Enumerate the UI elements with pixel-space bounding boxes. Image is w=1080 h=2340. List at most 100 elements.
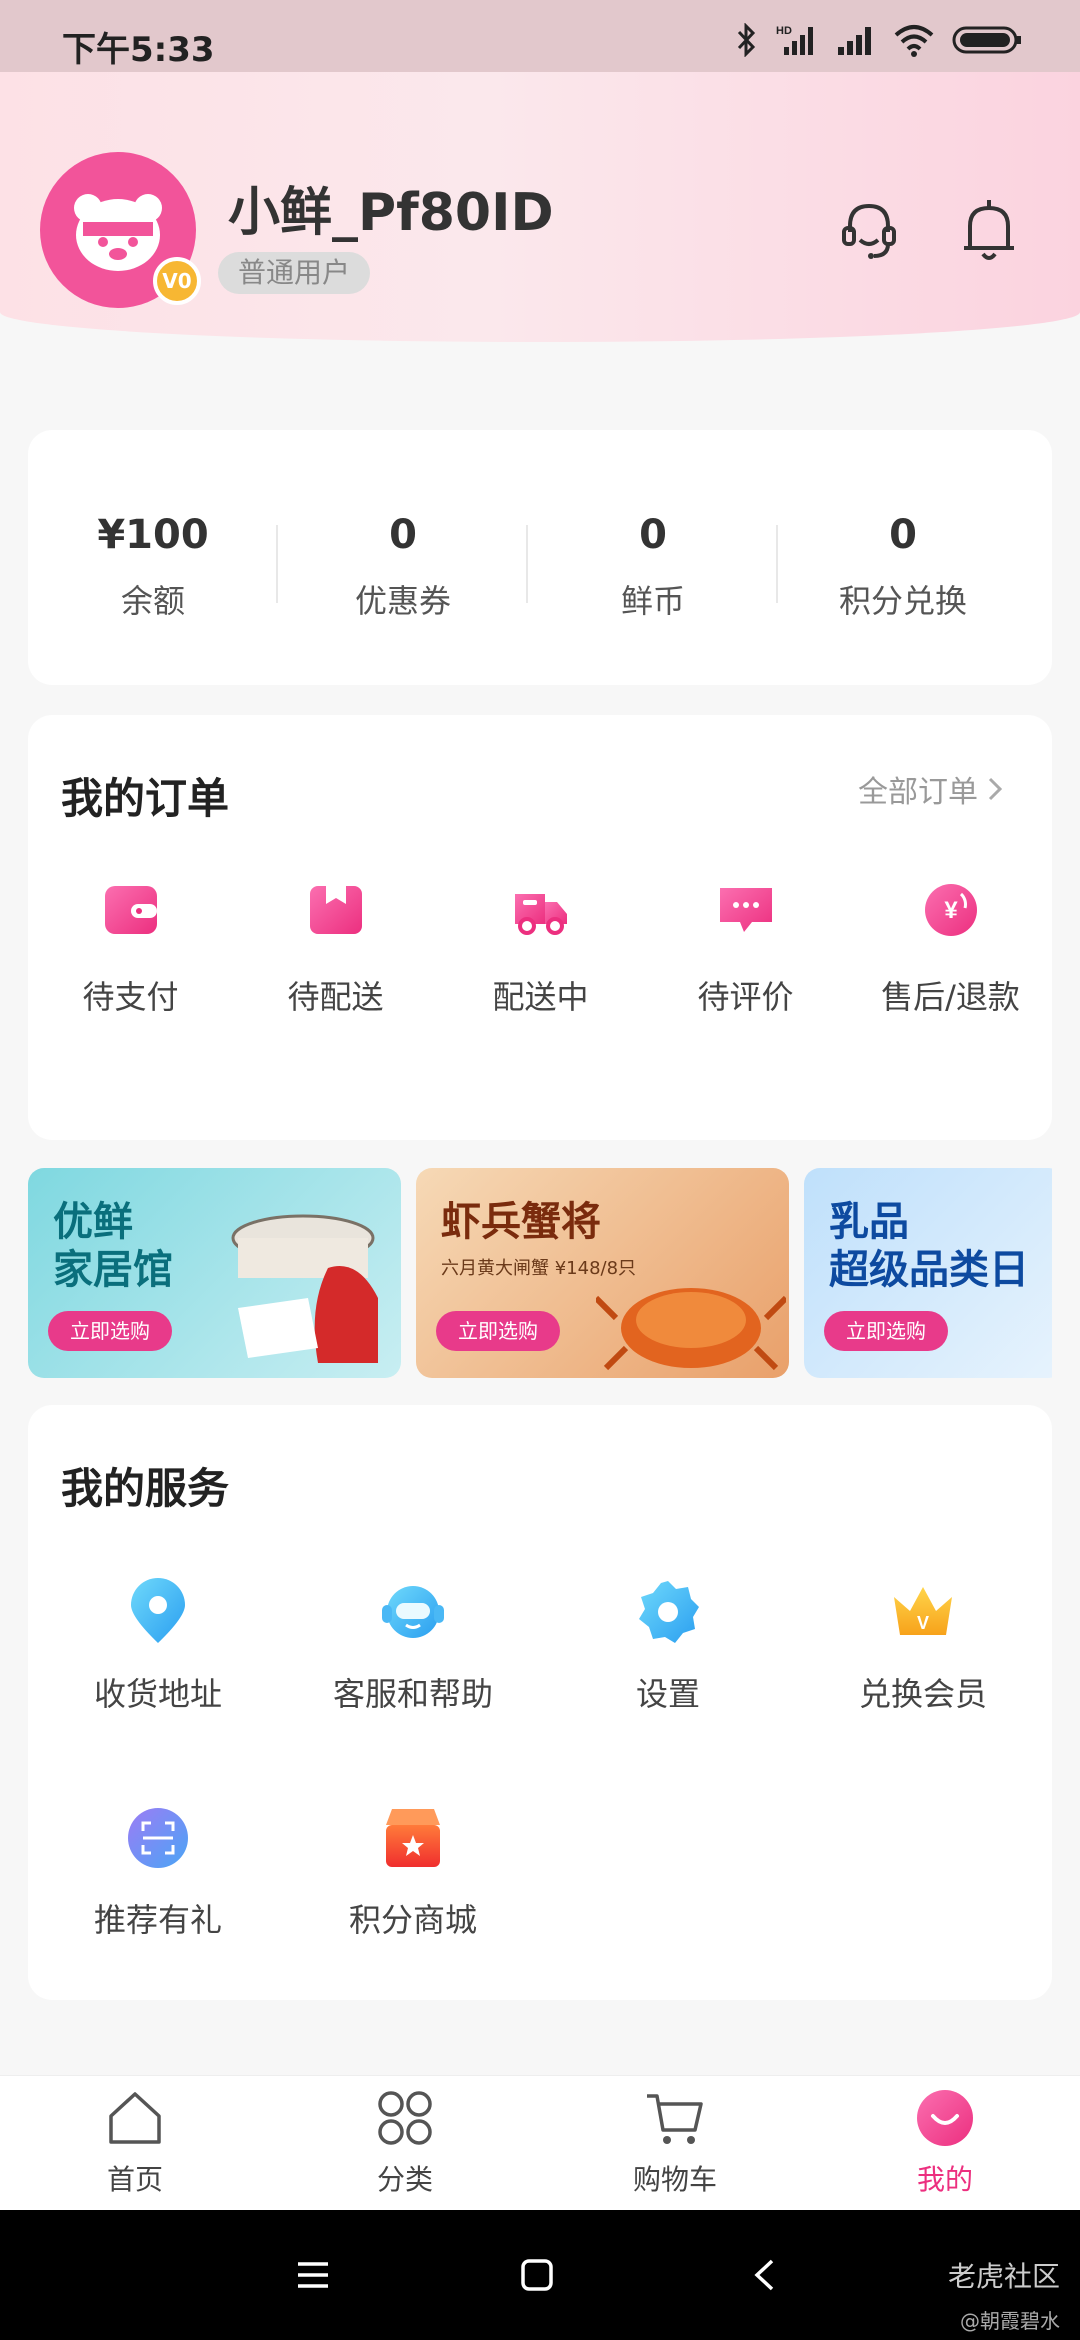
promo-banner-dairy[interactable]: 乳品 超级品类日 立即选购 [804,1168,1052,1378]
banner-buy-button[interactable]: 立即选购 [48,1311,172,1351]
delivery-truck-icon [514,894,567,935]
tab-label: 分类 [376,2163,433,2196]
signal-icon [838,27,871,55]
service-membership[interactable]: V 兑换会员 [793,1577,1053,1715]
asset-value: 0 [389,512,417,558]
banner-title: 乳品 超级品类日 [829,1199,1029,1293]
status-time: 下午5:33 [62,30,215,70]
service-label: 客服和帮助 [332,1675,493,1713]
refund-icon: ¥ [924,884,977,936]
bottom-tab-bar: 首页 分类 购物车 我的 [0,2075,1080,2210]
asset-coins[interactable]: 0 鲜币 [528,430,778,685]
service-address[interactable]: 收货地址 [28,1577,288,1715]
asset-label: 优惠券 [354,582,451,620]
menu-icon[interactable] [296,2258,330,2292]
orders-title: 我的订单 [61,774,230,823]
orders-card: 我的订单 全部订单 待支付 待配送 配送中 待评价 ¥ 售后/退款 [28,715,1052,1140]
cart-icon [647,2094,703,2144]
customer-service-icon[interactable] [838,198,900,264]
order-label: 待评价 [697,978,794,1016]
service-label: 收货地址 [93,1675,222,1713]
tab-cart[interactable]: 购物车 [540,2076,810,2211]
category-grid-icon [378,2091,432,2145]
hd-signal-icon: HD [776,25,813,55]
store-icon [386,1809,440,1867]
promo-banner-strip[interactable]: 优鲜 家居馆 立即选购 虾兵蟹将 六月黄大闸蟹 ¥148/8只 立即选购 乳品 … [28,1168,1052,1378]
order-label: 待配送 [287,978,384,1016]
banner-buy-button[interactable]: 立即选购 [436,1311,560,1351]
watermark-author: @朝霞碧水 [960,2309,1060,2333]
services-title: 我的服务 [61,1464,230,1513]
username: 小鲜_Pf80ID [228,183,554,243]
crab-image [596,1288,786,1371]
svg-text:V: V [917,1613,929,1633]
banner-title: 优鲜 家居馆 [53,1199,173,1293]
user-level-tag: 普通用户 [218,252,371,294]
wallet-icon [104,886,157,934]
tab-label: 首页 [106,2163,163,2196]
order-pending-delivery[interactable]: 待配送 [233,880,438,1018]
crown-icon: V [894,1587,952,1635]
order-label: 待支付 [82,978,179,1016]
comment-icon [719,888,772,932]
scan-icon [128,1808,188,1868]
asset-label: 积分兑换 [838,582,967,620]
services-card: 我的服务 收货地址 客服和帮助 设置 V 兑换会员 推荐有礼 积分商城 [28,1405,1052,2000]
tab-label: 我的 [916,2163,973,2196]
asset-label: 鲜币 [620,582,685,620]
profile-smile-icon [917,2090,973,2146]
order-pending-payment[interactable]: 待支付 [28,880,233,1018]
watermark-text: 老虎社区 [947,2260,1060,2293]
asset-coupons[interactable]: 0 优惠券 [278,430,528,685]
home-icon [109,2092,161,2144]
asset-balance[interactable]: ¥100 余额 [28,430,278,685]
order-label: 配送中 [492,978,589,1016]
order-refund[interactable]: ¥ 售后/退款 [848,880,1053,1018]
status-icons: HD [736,22,1022,58]
bear-mascot-icon [74,194,162,271]
home-goods-image [231,1214,378,1363]
all-orders-label: 全部订单 [858,775,978,810]
location-pin-icon [131,1578,185,1643]
promo-banner-home[interactable]: 优鲜 家居馆 立即选购 [28,1168,401,1378]
svg-text:¥: ¥ [944,897,958,924]
service-label: 兑换会员 [858,1675,987,1713]
service-referral[interactable]: 推荐有礼 [28,1803,288,1941]
package-icon [309,886,362,934]
back-icon[interactable] [752,2258,776,2292]
assets-card: ¥100 余额 0 优惠券 0 鲜币 0 积分兑换 [28,430,1052,685]
order-in-delivery[interactable]: 配送中 [438,880,643,1018]
asset-points[interactable]: 0 积分兑换 [778,430,1028,685]
all-orders-link[interactable]: 全部订单 [858,767,1002,811]
asset-value: 0 [889,512,917,558]
order-pending-review[interactable]: 待评价 [643,880,848,1018]
service-help[interactable]: 客服和帮助 [283,1577,543,1715]
bluetooth-icon [737,23,756,57]
home-square-icon[interactable] [520,2258,554,2292]
system-nav-bar [0,2210,1080,2340]
svg-text:HD: HD [776,25,792,37]
asset-label: 余额 [120,582,185,620]
battery-icon [952,26,1021,54]
tab-me[interactable]: 我的 [810,2076,1080,2211]
service-settings[interactable]: 设置 [538,1577,798,1715]
banner-buy-button[interactable]: 立即选购 [824,1311,948,1351]
tab-label: 购物车 [632,2163,717,2196]
notification-bell-icon[interactable] [958,196,1020,264]
service-label: 积分商城 [348,1901,477,1939]
wifi-icon [894,25,934,57]
banner-title: 虾兵蟹将 [441,1199,601,1245]
promo-banner-crab[interactable]: 虾兵蟹将 六月黄大闸蟹 ¥148/8只 立即选购 [416,1168,789,1378]
status-bar: 下午5:33 HD [0,0,1080,72]
tab-home[interactable]: 首页 [0,2076,270,2211]
asset-value: 0 [639,512,667,558]
service-points-mall[interactable]: 积分商城 [283,1803,543,1941]
vip-level-badge: V0 [153,257,201,305]
settings-gear-icon [639,1581,699,1643]
customer-service-icon [382,1586,444,1638]
service-label: 推荐有礼 [93,1901,222,1939]
service-label: 设置 [635,1675,700,1713]
tab-category[interactable]: 分类 [270,2076,540,2211]
order-label: 售后/退款 [881,978,1020,1016]
asset-value: ¥100 [97,512,209,558]
